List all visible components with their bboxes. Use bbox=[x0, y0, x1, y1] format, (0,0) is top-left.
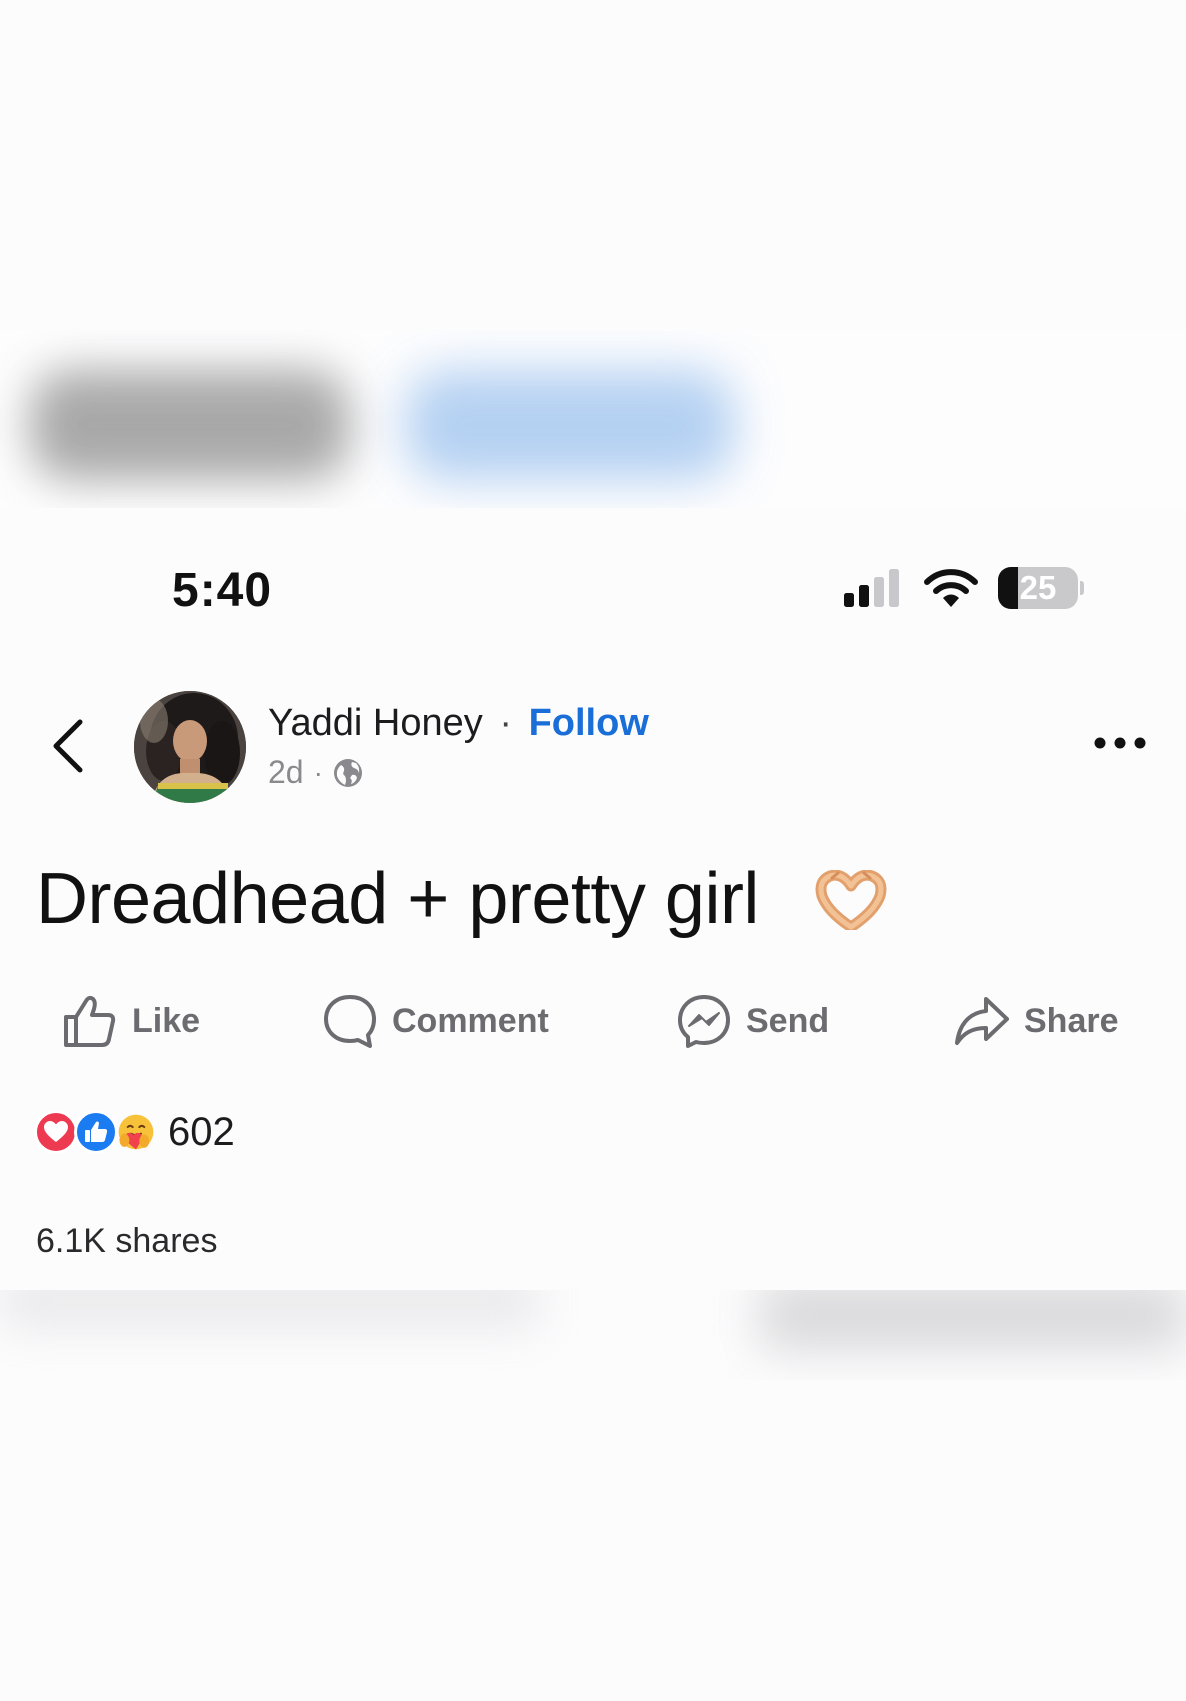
blurred-gray-region bbox=[30, 370, 350, 480]
reaction-count: 602 bbox=[168, 1109, 235, 1154]
back-chevron-icon[interactable] bbox=[46, 716, 90, 776]
blurred-banner bbox=[0, 330, 1186, 508]
cellular-signal-icon bbox=[844, 569, 899, 607]
comment-button[interactable]: Comment bbox=[322, 986, 549, 1056]
status-time: 5:40 bbox=[172, 564, 273, 617]
post-text: Dreadhead + pretty girl bbox=[36, 859, 759, 939]
share-arrow-icon bbox=[955, 997, 1009, 1045]
avatar-photo bbox=[134, 691, 246, 803]
post-action-bar: Like Comment Send Share bbox=[0, 986, 1186, 1056]
battery-level: 25 bbox=[1019, 569, 1057, 606]
comment-label: Comment bbox=[392, 1001, 549, 1040]
wifi-icon bbox=[924, 569, 978, 607]
battery-icon: 25 bbox=[998, 567, 1084, 609]
thumbs-up-icon bbox=[64, 995, 116, 1047]
care-reaction-icon bbox=[114, 1110, 158, 1154]
meta-separator: · bbox=[313, 756, 323, 788]
like-reaction-icon bbox=[74, 1110, 118, 1154]
send-label: Send bbox=[746, 1001, 830, 1040]
comment-bubble-icon bbox=[324, 995, 376, 1048]
status-bar: 5:40 25 bbox=[0, 555, 1186, 621]
share-label: Share bbox=[1024, 1001, 1119, 1040]
heart-hands-emoji-icon bbox=[815, 870, 887, 930]
blurred-blue-region bbox=[405, 370, 735, 480]
reaction-summary[interactable]: 602 bbox=[34, 1104, 235, 1160]
follow-button[interactable]: Follow bbox=[529, 702, 649, 744]
love-reaction-icon bbox=[34, 1110, 78, 1154]
send-button[interactable]: Send bbox=[676, 986, 829, 1056]
avatar[interactable] bbox=[134, 691, 246, 803]
messenger-icon bbox=[678, 995, 730, 1048]
post-header: Yaddi Honey · Follow 2d · bbox=[0, 686, 1186, 806]
author-name[interactable]: Yaddi Honey bbox=[268, 702, 483, 744]
post-meta: 2d · bbox=[268, 754, 363, 791]
share-button[interactable]: Share bbox=[954, 986, 1119, 1056]
shares-count[interactable]: 6.1K shares bbox=[36, 1222, 217, 1261]
post-age: 2d bbox=[268, 754, 304, 790]
more-options-icon[interactable] bbox=[1092, 728, 1148, 758]
author-line: Yaddi Honey · Follow bbox=[268, 702, 649, 745]
like-label: Like bbox=[132, 1001, 201, 1040]
blurred-bottom-edge bbox=[0, 1290, 1186, 1380]
author-separator: · bbox=[499, 702, 512, 744]
globe-icon bbox=[333, 758, 362, 787]
like-button[interactable]: Like bbox=[62, 986, 200, 1056]
